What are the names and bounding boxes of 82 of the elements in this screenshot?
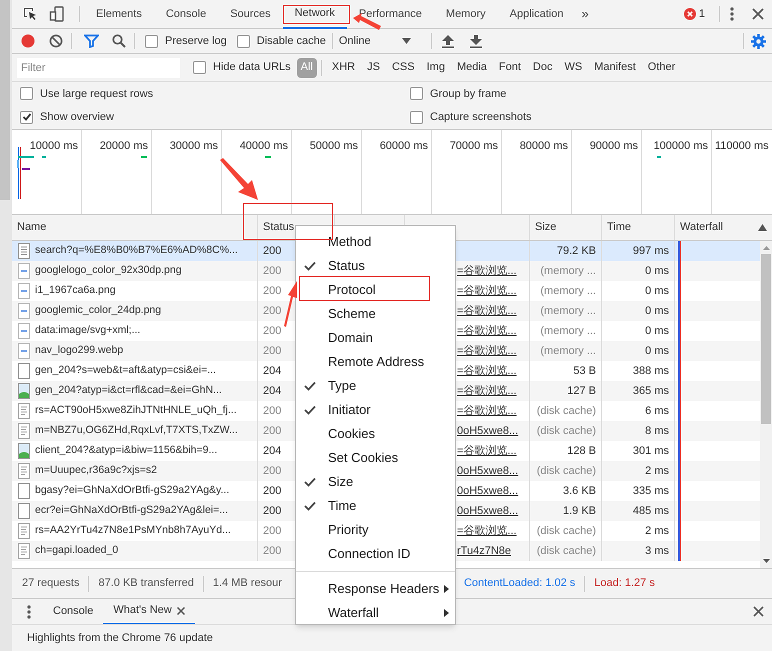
request-name: m=Uuupec,r36a9c?xjs=s2	[35, 463, 157, 478]
time-cell-text: 6 ms	[645, 404, 669, 419]
time-cell-text: 0 ms	[645, 264, 669, 279]
status-cell-text: 200	[263, 304, 282, 319]
size-cell-text: 79.2 KB	[556, 244, 596, 259]
time-cell-text: 3 ms	[645, 544, 669, 559]
request-name: googlemic_color_24dp.png	[35, 303, 162, 318]
time-cell-text: 0 ms	[645, 324, 669, 339]
status-text: Load: 1.27 s	[594, 576, 655, 592]
time-cell-text: 997 ms	[632, 244, 669, 259]
time-cell-text: 365 ms	[632, 384, 669, 399]
size-cell-text: (disk cache)	[536, 524, 596, 539]
time-cell-text: 0 ms	[645, 284, 669, 299]
status-cell-text: 200	[263, 504, 282, 519]
time-cell-text: 335 ms	[632, 484, 669, 499]
status-cell-text: 204	[263, 364, 282, 379]
time-cell-text: 2 ms	[645, 524, 669, 539]
time-cell-text: 301 ms	[632, 444, 669, 459]
timeline-tick-label: 70000 ms	[450, 140, 498, 152]
size-cell-text: (disk cache)	[536, 404, 596, 419]
status-cell-text: 200	[263, 544, 282, 559]
size-cell-text: (memory ...	[540, 344, 596, 359]
request-name: bgasy?ei=GhNaXdOrBtfi-gS29a2YAg&y...	[35, 483, 230, 498]
request-name: ch=gapi.loaded_0	[35, 543, 118, 558]
time-cell-text: 485 ms	[632, 504, 669, 519]
status-cell-text: 200	[263, 284, 282, 299]
status-text: 27 requests	[22, 576, 80, 592]
request-name: rs=AA2YrTu4z7N8e1PsMYnb8h7AyuYd...	[35, 523, 231, 538]
timeline-tick-label: 30000 ms	[170, 140, 218, 152]
status-cell-text: 200	[263, 524, 282, 539]
size-cell-text: 1.9 KB	[562, 504, 596, 519]
status-cell-text: 200	[263, 344, 282, 359]
timeline-tick-label: 40000 ms	[240, 140, 288, 152]
request-name: ecr?ei=GhNaXdOrBtfi-gS29a2YAg&lei=...	[35, 503, 228, 518]
status-text: 87.0 KB transferred	[98, 576, 194, 592]
size-cell-text: (memory ...	[540, 324, 596, 339]
status-cell-text: 200	[263, 484, 282, 499]
request-name: rs=ACT90oH5xwe8ZihJTNtHNLE_uQh_fj...	[35, 403, 237, 418]
status-cell-text: 200	[263, 424, 282, 439]
timeline-tick-label: 60000 ms	[380, 140, 428, 152]
request-name: googlelogo_color_92x30dp.png	[35, 263, 182, 278]
status-text: 1.4 MB resour	[212, 576, 282, 592]
size-cell-text: (memory ...	[540, 264, 596, 279]
request-name: nav_logo299.webp	[35, 343, 124, 358]
size-cell-text: (disk cache)	[536, 424, 596, 439]
time-cell-text: 388 ms	[632, 364, 669, 379]
size-cell-text: (memory ...	[540, 284, 596, 299]
size-cell-text: (disk cache)	[536, 544, 596, 559]
status-text: ContentLoaded: 1.02 s	[464, 576, 576, 592]
timeline-tick-label: 50000 ms	[310, 140, 358, 152]
request-name: i1_1967ca6a.png	[35, 283, 116, 298]
request-name: search?q=%E8%B0%B7%E6%AD%8C%...	[35, 243, 238, 258]
status-cell-text: 200	[263, 324, 282, 339]
status-cell-text: 204	[263, 384, 282, 399]
status-cell-text: 204	[263, 444, 282, 459]
timeline-tick-label: 100000 ms	[654, 140, 708, 152]
timeline-tick-label: 110000 ms	[715, 140, 769, 152]
size-cell-text: 128 B	[567, 444, 596, 459]
size-cell-text: 127 B	[567, 384, 596, 399]
size-cell-text: 3.6 KB	[562, 484, 596, 499]
size-cell-text: (memory ...	[540, 304, 596, 319]
request-name: client_204?&atyp=i&biw=1156&bih=9...	[35, 443, 218, 458]
request-name: gen_204?atyp=i&ct=rfl&cad=&ei=GhN...	[35, 383, 222, 398]
time-cell-text: 8 ms	[645, 424, 669, 439]
timeline-tick-label: 90000 ms	[590, 140, 638, 152]
request-name: gen_204?s=web&t=aft&atyp=csi&ei=...	[35, 363, 216, 378]
timeline-tick-label: 20000 ms	[100, 140, 148, 152]
size-cell-text: 53 B	[573, 364, 596, 379]
status-cell-text: 200	[263, 264, 282, 279]
whats-new-text: Highlights from the Chrome 76 update	[27, 630, 213, 646]
status-cell-text: 200	[263, 464, 282, 479]
throttling-value: Online	[338, 34, 371, 49]
time-cell-text: 2 ms	[645, 464, 669, 479]
status-cell-text: 200	[263, 404, 282, 419]
time-cell-text: 0 ms	[645, 344, 669, 359]
timeline-tick-label: 10000 ms	[30, 140, 78, 152]
request-name: data:image/svg+xml;...	[35, 323, 140, 338]
time-cell-text: 0 ms	[645, 304, 669, 319]
timeline-tick-label: 80000 ms	[520, 140, 568, 152]
size-cell-text: (disk cache)	[536, 464, 596, 479]
request-name: m=NBZ7u,OG6ZHd,RqxLvf,T7XTS,TxZW...	[35, 423, 238, 438]
status-cell-text: 200	[263, 244, 282, 259]
